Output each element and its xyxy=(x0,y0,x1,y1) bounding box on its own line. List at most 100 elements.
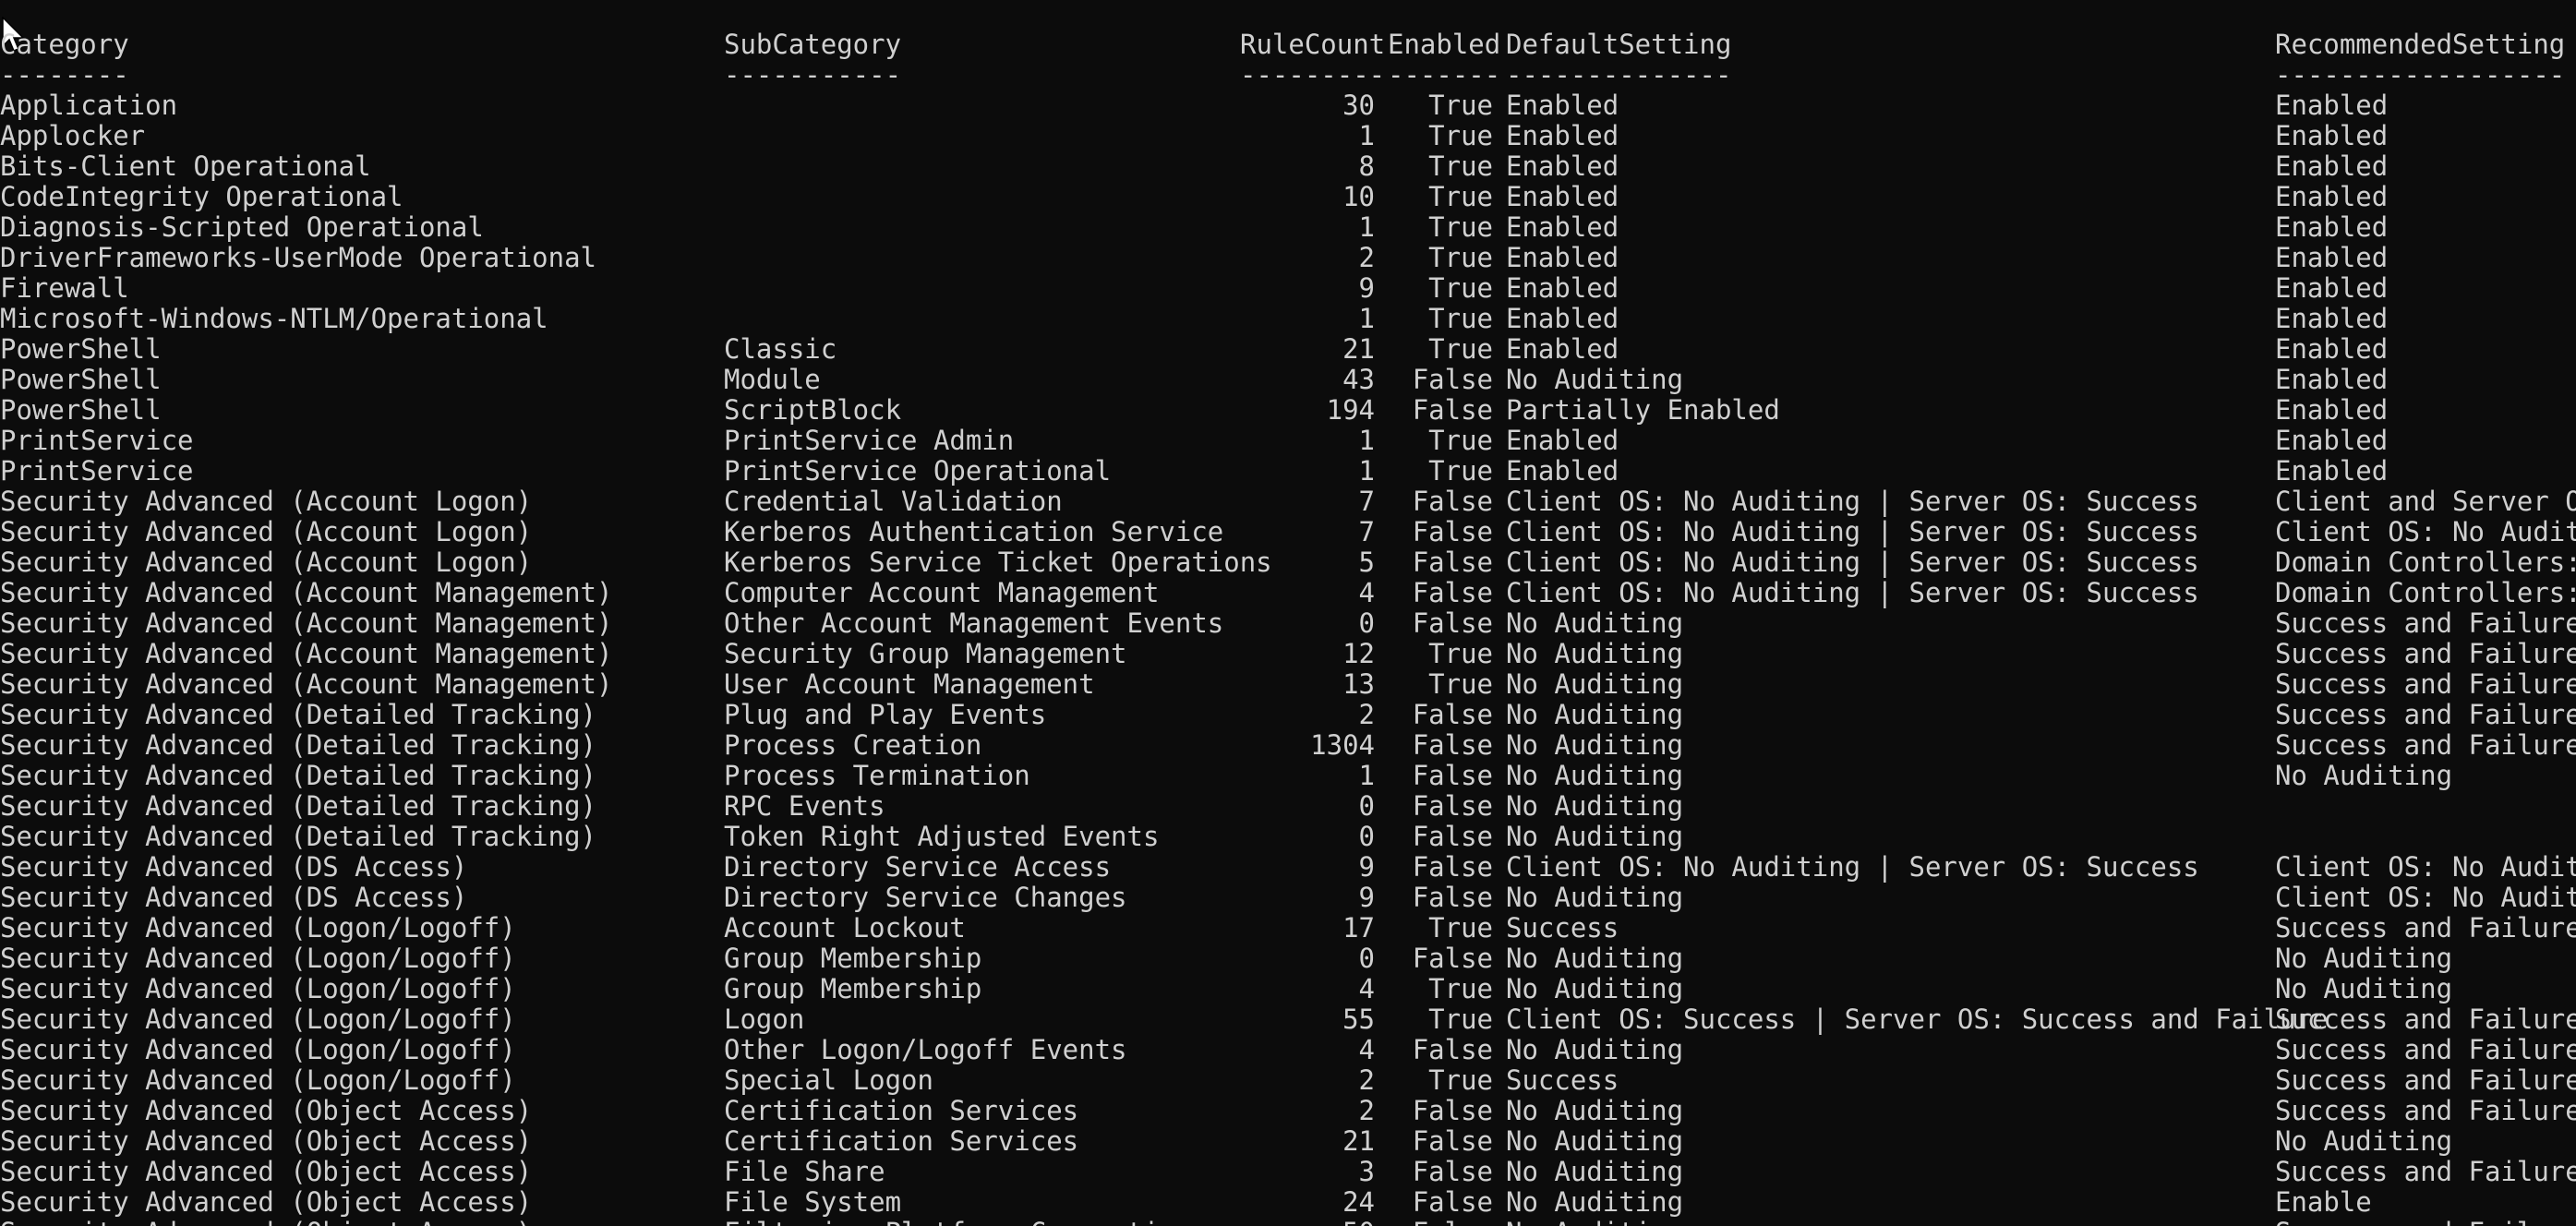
cell-category: PrintService xyxy=(0,455,194,487)
cell-default-setting: No Auditing xyxy=(1506,638,1684,669)
table-row: Security Advanced (Logon/Logoff) Logon 55 T… xyxy=(0,1004,2576,1035)
cell-enabled: True xyxy=(1428,425,1493,456)
cell-rulecount: 4 xyxy=(1358,1034,1375,1065)
cell-default-setting: No Auditing xyxy=(1506,821,1684,852)
cell-subcategory: File Share xyxy=(724,1156,885,1187)
cell-recommended-setting: No Auditing xyxy=(2275,973,2453,1004)
cell-recommended-setting: Enabled xyxy=(2275,120,2389,151)
table-row: Security Advanced (Object Access) Certifi… xyxy=(0,1096,2576,1126)
cell-recommended-setting: Success and Failure f xyxy=(2275,1095,2576,1126)
cell-recommended-setting: Enabled xyxy=(2275,303,2389,334)
table-row: Security Advanced (Logon/Logoff) Account … xyxy=(0,913,2576,944)
cell-default-setting: No Auditing xyxy=(1506,1156,1684,1187)
cell-enabled: False xyxy=(1412,486,1493,517)
cell-recommended-setting: No Auditing xyxy=(2275,943,2453,974)
table-row: DriverFrameworks-UserMode Operational 2 Tr… xyxy=(0,243,2576,273)
cell-subcategory: Kerberos Authentication Service xyxy=(724,516,1224,547)
cell-default-setting: No Auditing xyxy=(1506,729,1684,761)
table-row: Security Advanced (Object Access) File Sy… xyxy=(0,1187,2576,1218)
cell-default-setting: Enabled xyxy=(1506,181,1619,212)
cell-category: DriverFrameworks-UserMode Operational xyxy=(0,242,597,273)
cell-subcategory: Kerberos Service Ticket Operations xyxy=(724,547,1272,578)
cell-rulecount: 2 xyxy=(1358,242,1375,273)
cell-category: Security Advanced (Account Management) xyxy=(0,638,613,669)
cell-rulecount: 1 xyxy=(1358,120,1375,151)
table-row: Security Advanced (Detailed Tracking) Pro… xyxy=(0,730,2576,761)
cell-default-setting: No Auditing xyxy=(1506,973,1684,1004)
cell-rulecount: 1 xyxy=(1358,760,1375,791)
cell-category: Security Advanced (Logon/Logoff) xyxy=(0,973,516,1004)
cell-subcategory: Computer Account Management xyxy=(724,577,1160,608)
cell-default-setting: Enabled xyxy=(1506,272,1619,304)
cell-enabled: True xyxy=(1428,973,1493,1004)
header-enabled: Enabled xyxy=(1388,29,1501,60)
cell-recommended-setting: Enabled xyxy=(2275,211,2389,243)
cell-rulecount: 5 xyxy=(1358,547,1375,578)
cell-subcategory: Certification Services xyxy=(724,1125,1079,1157)
cell-default-setting: No Auditing xyxy=(1506,1125,1684,1157)
cell-enabled: False xyxy=(1412,577,1493,608)
separator-recommended-setting: ------------------ xyxy=(2275,59,2566,90)
cell-default-setting: Enabled xyxy=(1506,211,1619,243)
cell-enabled: True xyxy=(1428,638,1493,669)
cell-category: PowerShell xyxy=(0,394,162,426)
cell-recommended-setting: Enabled xyxy=(2275,272,2389,304)
cell-recommended-setting: Success and Failure xyxy=(2275,638,2576,669)
cell-default-setting: No Auditing xyxy=(1506,1186,1684,1218)
separator-subcategory: ----------- xyxy=(724,59,902,90)
cell-default-setting: No Auditing xyxy=(1506,943,1684,974)
cell-default-setting: No Auditing xyxy=(1506,1218,1683,1226)
cell-category: Security Advanced (Logon/Logoff) xyxy=(0,912,516,944)
table-row: Diagnosis-Scripted Operational 1 True Enabl… xyxy=(0,212,2576,243)
cell-category: Security Advanced (Logon/Logoff) xyxy=(0,1004,516,1035)
cell-rulecount: 17 xyxy=(1342,912,1375,944)
cell-subcategory: Other Logon/Logoff Events xyxy=(724,1034,1127,1065)
table-row: Security Advanced (Logon/Logoff) Other Lo… xyxy=(0,1035,2576,1065)
cell-default-setting: Enabled xyxy=(1506,455,1619,487)
cell-default-setting: Success xyxy=(1506,1064,1619,1096)
cell-default-setting: No Auditing xyxy=(1506,1095,1684,1126)
cell-subcategory: Group Membership xyxy=(724,943,982,974)
cell-subcategory: Logon xyxy=(724,1004,805,1035)
cell-enabled: False xyxy=(1412,1034,1493,1065)
cell-recommended-setting: Domain Controllers: S xyxy=(2275,577,2576,608)
cell-enabled: True xyxy=(1428,1064,1493,1096)
cell-rulecount: 1304 xyxy=(1310,729,1375,761)
table-row: Security Advanced (Logon/Logoff) Special … xyxy=(0,1065,2576,1096)
cell-subcategory: Security Group Management xyxy=(724,638,1127,669)
table-row: Security Advanced (Detailed Tracking) RPC… xyxy=(0,791,2576,822)
header-separator: -------- ----------- --------- ------- -… xyxy=(0,60,2576,90)
cell-recommended-setting: Enabled xyxy=(2275,242,2389,273)
cell-recommended-setting: Success and Failure xyxy=(2275,1218,2576,1226)
terminal-window[interactable]: Category SubCategory RuleCount Enabled D… xyxy=(0,0,2576,1226)
cell-subcategory: Special Logon xyxy=(724,1064,933,1096)
cell-default-setting: Client OS: Success | Server OS: Success … xyxy=(1506,1004,2329,1035)
cell-category: Applocker xyxy=(0,120,146,151)
table-row: Security Advanced (Detailed Tracking) Pro… xyxy=(0,761,2576,791)
cell-rulecount: 1 xyxy=(1358,303,1375,334)
cell-enabled: True xyxy=(1428,272,1493,304)
cell-category: Security Advanced (Object Access) xyxy=(0,1156,533,1187)
cell-enabled: False xyxy=(1412,1095,1493,1126)
cell-category: Security Advanced (Object Access) xyxy=(0,1095,533,1126)
cell-subcategory: Module xyxy=(724,364,821,395)
table-row: Microsoft-Windows-NTLM/Operational 1 True E… xyxy=(0,304,2576,334)
cell-default-setting: Client OS: No Auditing | Server OS: Succ… xyxy=(1506,577,2199,608)
cell-subcategory: Certification Services xyxy=(724,1095,1079,1126)
cell-rulecount: 24 xyxy=(1342,1186,1375,1218)
cell-default-setting: No Auditing xyxy=(1506,364,1684,395)
cell-rulecount: 4 xyxy=(1358,577,1375,608)
separator-enabled: ------- xyxy=(1388,59,1501,90)
cell-subcategory: Filtering Platform Connection xyxy=(724,1218,1191,1226)
cell-enabled: False xyxy=(1412,943,1493,974)
table-row: Security Advanced (Account Logon) Kerbero… xyxy=(0,547,2576,578)
cell-default-setting: No Auditing xyxy=(1506,668,1684,700)
table-row: Applocker 1 True Enabled Enabled xyxy=(0,121,2576,151)
cell-subcategory: RPC Events xyxy=(724,790,885,822)
cell-recommended-setting: Enabled xyxy=(2275,425,2389,456)
cell-enabled: False xyxy=(1412,1186,1493,1218)
cell-category: Security Advanced (Account Logon) xyxy=(0,547,533,578)
cell-recommended-setting: Client OS: No Auditin xyxy=(2275,851,2576,883)
cell-default-setting: No Auditing xyxy=(1506,882,1684,913)
cell-category: Security Advanced (Account Management) xyxy=(0,577,613,608)
